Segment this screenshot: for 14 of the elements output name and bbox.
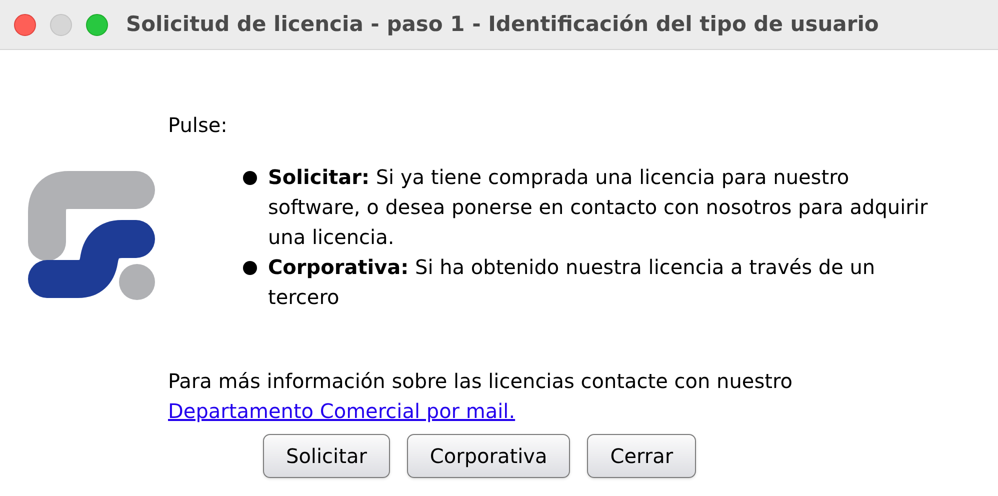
bullet-icon <box>243 171 257 185</box>
dialog-button[interactable]: Corporativa <box>406 434 570 478</box>
info-text: Para más información sobre las licencias contacte con nuestro Departamento Comercial por mail. <box>168 368 794 425</box>
dialog-button[interactable]: Solicitar <box>263 434 390 478</box>
option-description: Corporativa: Si ha obtenido nuestra licencia a través de un tercero <box>268 254 876 311</box>
intro-text: Pulse: <box>168 112 228 139</box>
email-link[interactable]: Departamento Comercial por mail. <box>168 399 516 423</box>
option-description: Solicitar: Si ya tiene comprada una licencia para nuestro software, o desea ponerse en contacto con nosotros para adquirir una licencia. <box>268 164 928 251</box>
close-icon[interactable] <box>14 14 36 36</box>
window-title: Solicitud de licencia - paso 1 - Identificación del tipo de usuario <box>126 10 879 38</box>
minimize-icon[interactable] <box>50 14 72 36</box>
dialog-button[interactable]: Cerrar <box>587 434 696 478</box>
maximize-icon[interactable] <box>86 14 108 36</box>
bullet-icon <box>243 261 257 275</box>
